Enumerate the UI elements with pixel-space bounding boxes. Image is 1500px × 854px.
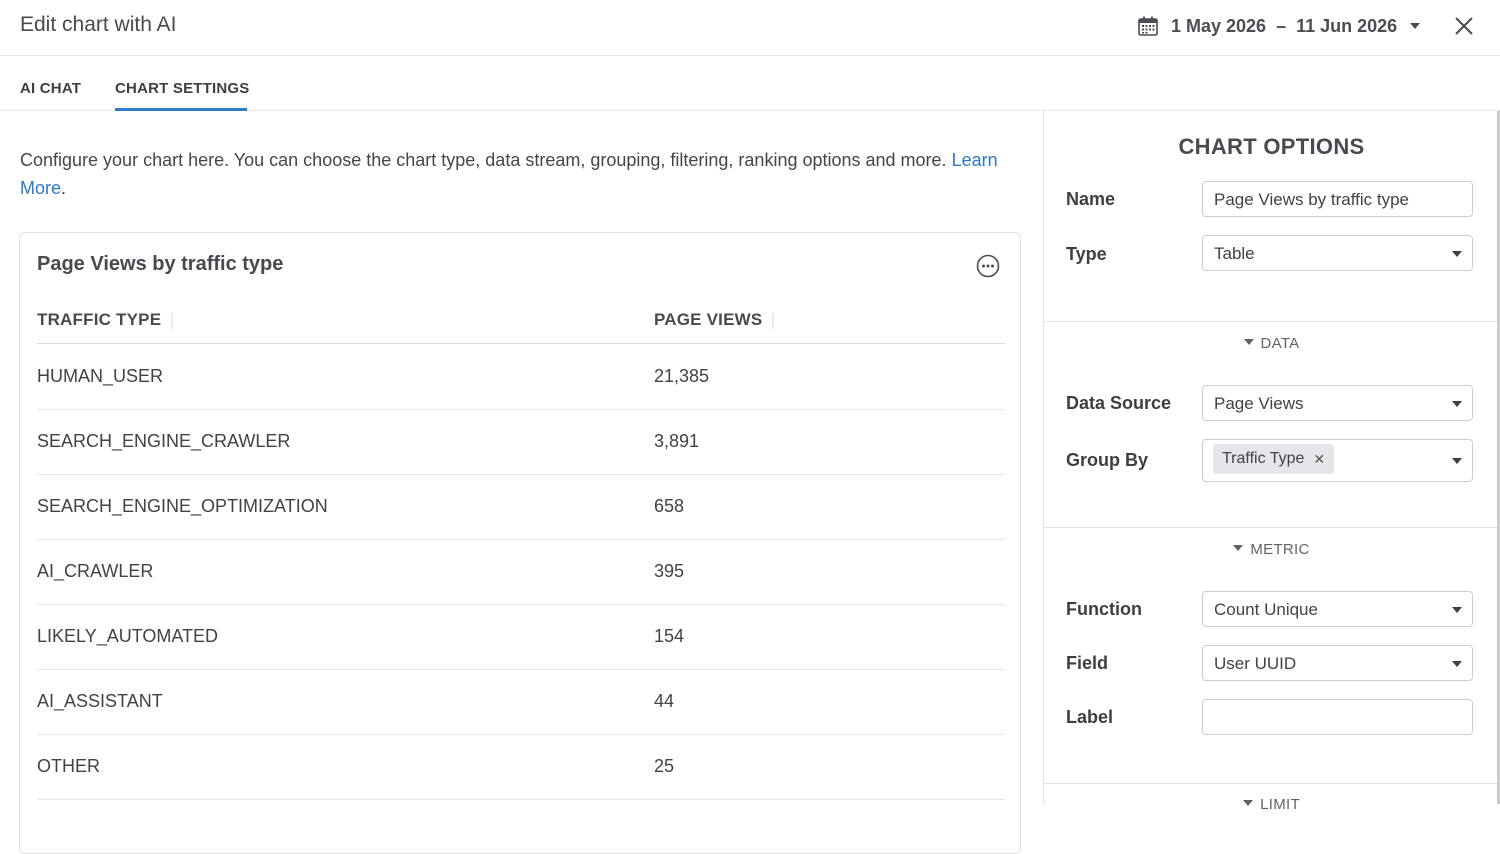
sort-icon	[772, 312, 775, 329]
label-label: Label	[1066, 707, 1114, 727]
table-row: AI_ASSISTANT 44	[37, 669, 1005, 735]
function-select[interactable]: Count Unique	[1202, 591, 1473, 627]
metric-section-label: METRIC	[1250, 541, 1310, 558]
date-range-text: 1 May 2026 – 11 Jun 2026	[1171, 15, 1398, 36]
intro-body: Configure your chart here. You can choos…	[20, 150, 952, 170]
tab-bar: AI CHAT CHART SETTINGS	[0, 56, 1500, 111]
caret-down-icon	[1243, 339, 1254, 346]
table-row: OTHER 25	[37, 734, 1005, 800]
cell-traffic-type: AI_CRAWLER	[37, 561, 154, 581]
column-header-label: PAGE VIEWS	[654, 310, 763, 329]
table-row: AI_CRAWLER 395	[37, 539, 1005, 605]
metric-section-toggle[interactable]: METRIC	[1044, 541, 1499, 558]
table-row: SEARCH_ENGINE_CRAWLER 3,891	[37, 409, 1005, 475]
table-row: SEARCH_ENGINE_OPTIMIZATION 658	[37, 474, 1005, 540]
data-source-label: Data Source	[1066, 393, 1172, 413]
close-icon[interactable]	[1452, 14, 1476, 38]
field-value: User UUID	[1214, 654, 1297, 673]
name-input[interactable]: Page Views by traffic type	[1202, 181, 1473, 217]
dropdown-caret-icon	[1452, 458, 1462, 464]
function-label: Function	[1066, 599, 1142, 619]
table-row: LIKELY_AUTOMATED 154	[37, 604, 1005, 670]
cell-page-views: 21,385	[654, 366, 710, 386]
field-label: Field	[1066, 653, 1109, 673]
group-by-label: Group By	[1066, 450, 1149, 470]
chip-label: Traffic Type	[1222, 450, 1305, 467]
data-source-select[interactable]: Page Views	[1202, 385, 1473, 421]
caret-down-icon	[1243, 800, 1254, 807]
cell-page-views: 395	[654, 561, 685, 581]
dropdown-caret-icon	[1452, 661, 1462, 667]
label-input[interactable]	[1202, 699, 1473, 735]
function-value: Count Unique	[1214, 600, 1318, 619]
chart-options-panel: CHART OPTIONS Name Page Views by traffic…	[1043, 111, 1499, 813]
cell-traffic-type: OTHER	[37, 756, 100, 776]
column-header-page-views[interactable]: PAGE VIEWS	[654, 310, 775, 330]
chip-remove-icon[interactable]: ✕	[1313, 451, 1325, 468]
chart-options-title: CHART OPTIONS	[1178, 134, 1365, 159]
data-section-label: DATA	[1260, 335, 1300, 352]
cell-page-views: 658	[654, 496, 685, 516]
column-header-traffic-type[interactable]: TRAFFIC TYPE	[37, 310, 174, 330]
field-select[interactable]: User UUID	[1202, 645, 1473, 681]
section-divider	[1044, 527, 1499, 528]
dropdown-caret-icon	[1452, 607, 1462, 613]
name-input-value: Page Views by traffic type	[1214, 190, 1409, 209]
name-label: Name	[1066, 189, 1116, 209]
table-row: HUMAN_USER 21,385	[37, 344, 1005, 410]
intro-text: Configure your chart here. You can choos…	[20, 146, 1020, 202]
cell-traffic-type: HUMAN_USER	[37, 366, 164, 386]
type-select[interactable]: Table	[1202, 235, 1473, 271]
column-header-label: TRAFFIC TYPE	[37, 310, 162, 329]
chart-settings-pane: Configure your chart here. You can choos…	[0, 111, 1043, 854]
dropdown-caret-icon	[1452, 401, 1462, 407]
section-divider	[1044, 783, 1499, 784]
dialog-header: Edit chart with AI 1 May 2026 – 11 Jun 2…	[0, 0, 1500, 56]
date-range-picker[interactable]: 1 May 2026 – 11 Jun 2026	[1137, 11, 1421, 41]
limit-section-label: LIMIT	[1260, 796, 1300, 813]
chart-preview-card: Page Views by traffic type TRAFFIC TYPE …	[19, 232, 1021, 854]
more-icon[interactable]	[976, 254, 1000, 278]
cell-page-views: 3,891	[654, 431, 700, 451]
chart-title: Page Views by traffic type	[37, 253, 284, 275]
cell-traffic-type: SEARCH_ENGINE_OPTIMIZATION	[37, 496, 328, 516]
tab-chart-settings[interactable]: CHART SETTINGS	[115, 80, 249, 97]
cell-traffic-type: LIKELY_AUTOMATED	[37, 626, 219, 646]
dropdown-caret-icon	[1452, 251, 1462, 257]
sort-icon	[171, 312, 174, 329]
tab-ai-chat[interactable]: AI CHAT	[20, 80, 81, 97]
intro-suffix: .	[61, 178, 67, 198]
caret-down-icon	[1233, 545, 1244, 552]
cell-page-views: 25	[654, 756, 675, 776]
chevron-down-icon	[1410, 23, 1421, 29]
data-source-value: Page Views	[1214, 394, 1304, 413]
group-by-chip: Traffic Type ✕	[1213, 444, 1335, 474]
cell-page-views: 154	[654, 626, 685, 646]
section-divider	[1044, 321, 1499, 322]
dialog-title: Edit chart with AI	[20, 13, 177, 36]
type-select-value: Table	[1214, 244, 1255, 263]
data-section-toggle[interactable]: DATA	[1044, 335, 1499, 352]
type-label: Type	[1066, 244, 1107, 264]
cell-page-views: 44	[654, 691, 675, 711]
limit-section-toggle[interactable]: LIMIT	[1044, 796, 1499, 813]
cell-traffic-type: AI_ASSISTANT	[37, 691, 163, 711]
cell-traffic-type: SEARCH_ENGINE_CRAWLER	[37, 431, 291, 451]
group-by-select[interactable]: Traffic Type ✕	[1202, 439, 1473, 482]
calendar-icon	[1138, 16, 1158, 36]
